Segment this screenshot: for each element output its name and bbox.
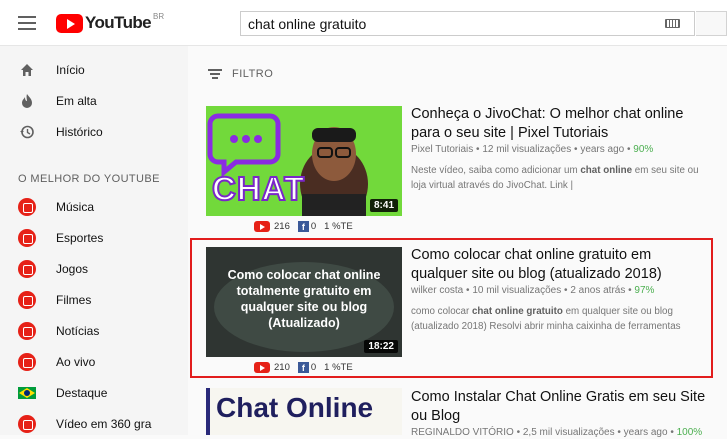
rating-percent: 97% (634, 285, 655, 296)
search-button[interactable] (696, 11, 727, 36)
search-input[interactable] (241, 12, 641, 35)
upload-age: years ago (580, 144, 625, 155)
video-title[interactable]: Conheça o JivoChat: O melhor chat online… (411, 105, 711, 143)
history-icon (20, 125, 34, 139)
sidebar-item-esportes[interactable]: Esportes (0, 223, 188, 253)
spotlight-icon (18, 387, 36, 399)
video-thumbnail[interactable]: CHAT 8:41 (206, 106, 402, 216)
live-icon (18, 353, 36, 371)
section-title-best-of: O MELHOR DO YOUTUBE (18, 173, 160, 185)
filter-button[interactable]: FILTRO (208, 68, 273, 80)
view-count: 12 mil visualizações (482, 144, 572, 155)
sidebar-item-jogos[interactable]: Jogos (0, 254, 188, 284)
video-stats: 210 f 0 1 %TE (254, 362, 353, 373)
video-title[interactable]: Como Instalar Chat Online Gratis em seu … (411, 388, 711, 426)
movies-icon (18, 291, 36, 309)
menu-icon[interactable] (18, 16, 36, 30)
sidebar-item-destaque[interactable]: Destaque (0, 378, 188, 408)
video-stats: 216 f 0 1 %TE (254, 221, 353, 232)
youtube-like-icon (254, 221, 270, 232)
video-360-icon (18, 415, 36, 433)
video-description: como colocar chat online gratuito em qua… (411, 306, 681, 332)
gaming-icon (18, 260, 36, 278)
sidebar-item-historico[interactable]: Histórico (0, 117, 188, 147)
view-count: 10 mil visualizações (472, 285, 562, 296)
facebook-icon: f (297, 221, 309, 232)
sidebar-item-noticias[interactable]: Notícias (0, 316, 188, 346)
sidebar: Início Em alta Histórico O MELHOR DO YOU… (0, 46, 188, 435)
video-title[interactable]: Como colocar chat online gratuito em qua… (411, 246, 711, 284)
search-box (240, 11, 695, 36)
upload-age: 2 anos atrás (570, 285, 626, 296)
sidebar-item-musica[interactable]: Música (0, 192, 188, 222)
youtube-like-icon (254, 362, 270, 373)
search-results: FILTRO CHAT 8:41 Conheça o JivoChat: O m… (188, 46, 727, 438)
home-icon (21, 64, 33, 76)
video-thumbnail[interactable]: Como colocar chat online totalmente grat… (206, 247, 402, 357)
channel-name[interactable]: REGINALDO VITÓRIO (411, 427, 514, 438)
video-meta: REGINALDO VITÓRIO • 2,5 mil visualizaçõe… (411, 427, 703, 438)
sidebar-item-em-alta[interactable]: Em alta (0, 86, 188, 116)
youtube-play-icon (56, 13, 83, 33)
sidebar-item-ao-vivo[interactable]: Ao vivo (0, 347, 188, 377)
rating-percent: 100% (676, 427, 703, 438)
channel-name[interactable]: Pixel Tutoriais (411, 144, 473, 155)
view-count: 2,5 mil visualizações (522, 427, 615, 438)
sidebar-item-filmes[interactable]: Filmes (0, 285, 188, 315)
rating-percent: 90% (633, 144, 654, 155)
upload-age: years ago (623, 427, 668, 438)
thumbnail-text: Como colocar chat online totalmente grat… (227, 268, 381, 330)
filter-icon (208, 69, 222, 79)
thumbnail-text: Chat Online (216, 392, 374, 423)
top-bar: YouTube BR (0, 0, 727, 46)
keyboard-icon[interactable] (665, 19, 680, 28)
thumbnail-text: CHAT (211, 169, 306, 208)
video-meta: Pixel Tutoriais • 12 mil visualizações •… (411, 144, 654, 155)
video-duration: 18:22 (364, 340, 398, 353)
video-meta: wilker costa • 10 mil visualizações • 2 … (411, 285, 655, 296)
video-thumbnail[interactable]: Chat Online (206, 388, 402, 435)
video-duration: 8:41 (369, 199, 398, 212)
sports-icon (18, 229, 36, 247)
trending-icon (22, 94, 32, 108)
youtube-logo[interactable]: YouTube BR (56, 12, 164, 33)
channel-name[interactable]: wilker costa (411, 285, 463, 296)
facebook-icon: f (297, 362, 309, 373)
video-description: Neste vídeo, saiba como adicionar um cha… (411, 165, 699, 191)
news-icon (18, 322, 36, 340)
music-icon (18, 198, 36, 216)
sidebar-item-inicio[interactable]: Início (0, 55, 188, 85)
